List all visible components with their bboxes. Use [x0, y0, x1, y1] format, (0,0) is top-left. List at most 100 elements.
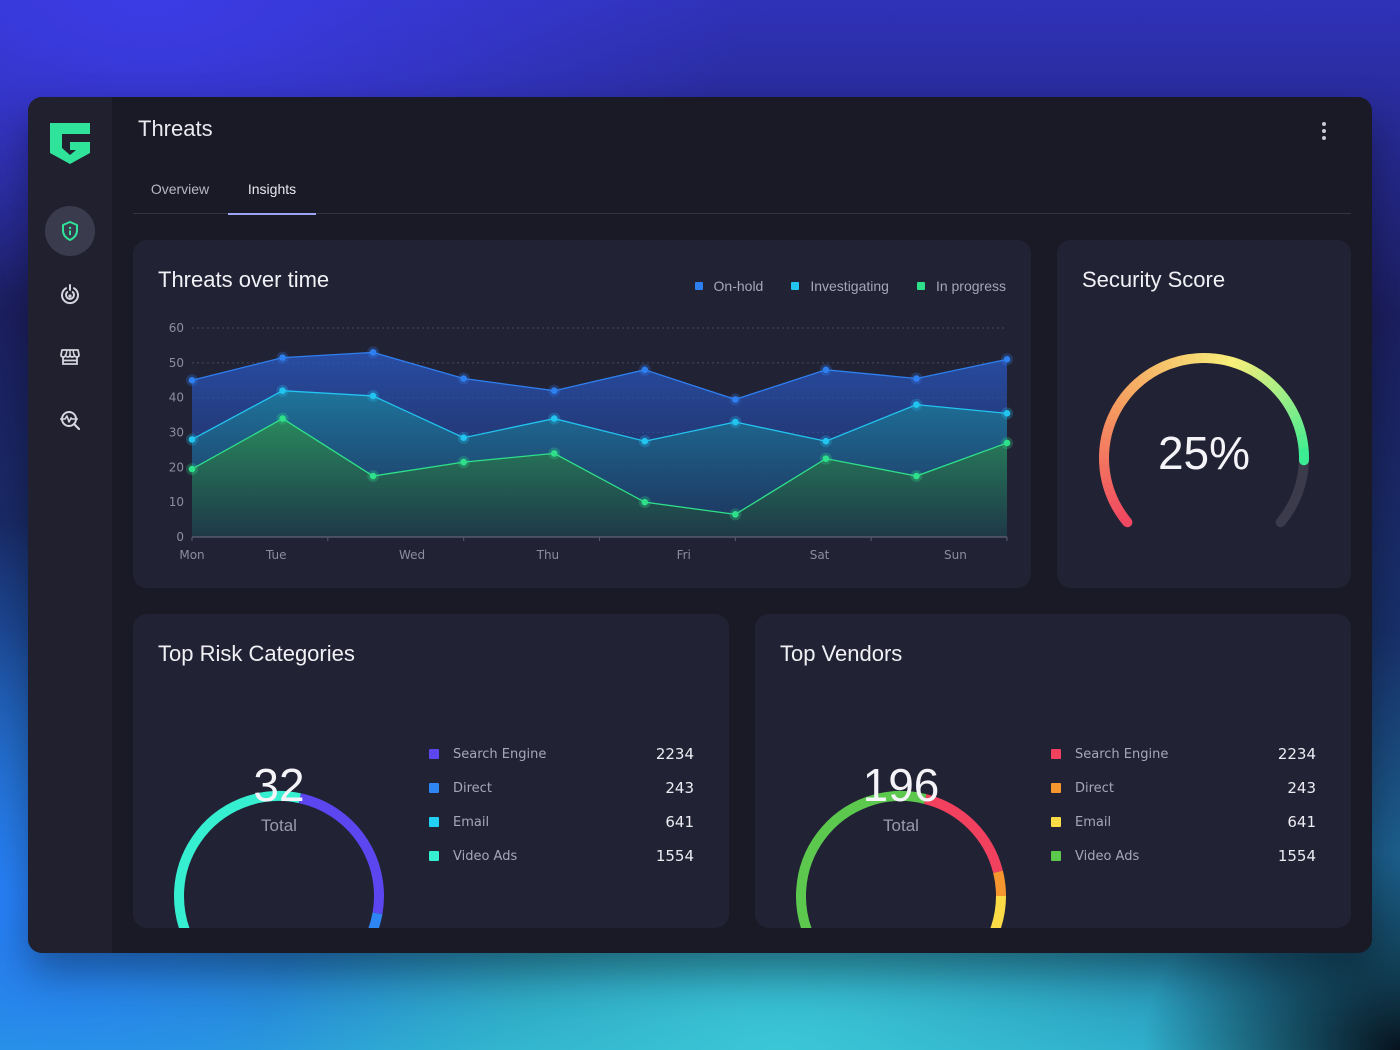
donut-segment-email — [990, 895, 1006, 928]
gauge-segment — [1238, 359, 1249, 372]
gauge-segment — [1273, 386, 1286, 398]
sidebar-item-monitoring[interactable] — [45, 395, 95, 445]
gauge-segment — [1254, 369, 1266, 382]
list-item[interactable]: Search Engine 2234 — [429, 737, 694, 771]
app-window: Threats Overview Insights Threats over t… — [28, 97, 1372, 953]
list-item[interactable]: Email 641 — [1051, 805, 1316, 839]
data-point — [1003, 439, 1011, 447]
gauge-segment — [1118, 511, 1133, 528]
gauge-segment — [1156, 361, 1168, 374]
gauge-segment — [1139, 370, 1151, 384]
tab-bar: Overview Insights — [133, 170, 1351, 215]
gauge-segment — [1144, 367, 1157, 380]
data-point — [641, 366, 649, 374]
data-point — [732, 511, 739, 518]
gauge-segment — [1208, 353, 1217, 364]
shield-info-icon — [62, 221, 78, 241]
data-point — [1003, 410, 1011, 417]
data-point — [279, 387, 286, 394]
gauge-segment — [1134, 374, 1147, 387]
y-tick-label: 0 — [176, 530, 184, 544]
sidebar-item-threats[interactable] — [45, 206, 95, 256]
category-value: 2234 — [1277, 745, 1316, 763]
data-point — [550, 415, 558, 422]
data-point — [641, 498, 649, 506]
gauge-segment — [1226, 355, 1236, 368]
threats-over-time-card: Threats over time On-hold Investigating … — [133, 240, 1031, 588]
legend-swatch — [1051, 851, 1061, 861]
category-value: 1554 — [1277, 847, 1316, 865]
legend-swatch — [429, 783, 439, 793]
y-tick-label: 60 — [169, 321, 184, 335]
y-tick-label: 20 — [169, 460, 184, 474]
target-alert-icon — [61, 284, 79, 305]
gauge-segment — [1264, 376, 1277, 390]
guard-g-logo-icon[interactable] — [48, 121, 92, 165]
tab-insights[interactable]: Insights — [228, 170, 316, 215]
gauge-segment — [1109, 405, 1122, 416]
gauge-segment — [1220, 354, 1230, 366]
data-point — [188, 465, 196, 473]
category-label: Direct — [453, 780, 492, 796]
list-item[interactable]: Video Ads 1554 — [1051, 839, 1316, 873]
category-value: 243 — [1287, 779, 1316, 797]
category-value: 243 — [665, 779, 694, 797]
legend-swatch — [429, 817, 439, 827]
gauge-segment — [1150, 364, 1162, 377]
gauge-segment — [1243, 362, 1255, 375]
data-point — [369, 349, 377, 356]
gauge-segment — [1188, 353, 1197, 365]
top-risk-categories-card: Top Risk Categories 32 Total Search Engi… — [133, 614, 729, 928]
gauge-segment — [1102, 480, 1114, 491]
main-content: Threats Overview Insights Threats over t… — [112, 97, 1372, 953]
list-item[interactable]: Search Engine 2234 — [1051, 737, 1316, 771]
list-item[interactable]: Email 641 — [429, 805, 694, 839]
category-label: Video Ads — [453, 848, 518, 864]
list-item[interactable]: Video Ads 1554 — [429, 839, 694, 873]
category-label: Direct — [1075, 780, 1114, 796]
security-score-gauge — [1099, 353, 1309, 528]
data-point — [279, 415, 286, 422]
donut-total-value: 196 — [862, 759, 940, 811]
legend-swatch — [1051, 817, 1061, 827]
gauge-segment — [1259, 372, 1272, 385]
risk-category-list: Search Engine 2234 Direct 243 Email 641 Video … — [429, 737, 694, 873]
list-item[interactable]: Direct 243 — [1051, 771, 1316, 805]
x-tick-label: Sun — [944, 548, 967, 562]
gauge-segment — [1232, 357, 1243, 370]
more-vertical-icon[interactable] — [1314, 119, 1334, 143]
sidebar-item-vendors[interactable] — [45, 332, 95, 382]
data-point — [460, 375, 467, 382]
search-activity-icon — [60, 411, 81, 431]
data-point — [279, 354, 286, 361]
x-tick-label: Wed — [399, 548, 425, 562]
gauge-segment — [1115, 508, 1128, 521]
gauge-segment — [1103, 486, 1116, 497]
gauge-segment — [1290, 413, 1303, 425]
data-point — [550, 450, 558, 457]
y-tick-label: 10 — [169, 495, 184, 509]
gauge-segment — [1280, 396, 1294, 408]
legend-swatch — [1051, 783, 1061, 793]
donut-total-label: Total — [261, 816, 297, 835]
data-point — [369, 472, 377, 480]
gauge-segment — [1175, 355, 1185, 367]
category-value: 641 — [665, 813, 694, 831]
threats-area-chart: 0 10 20 30 40 50 60 Mon Tue Wed Thu Fri Sat Sun — [169, 321, 1013, 562]
donut-center: 196 Total — [821, 762, 981, 836]
tab-overview[interactable]: Overview — [133, 170, 227, 214]
gauge-segment — [1214, 353, 1223, 365]
list-item[interactable]: Direct 243 — [429, 771, 694, 805]
sidebar-item-alerts[interactable] — [45, 269, 95, 319]
x-tick-label: Thu — [536, 548, 560, 562]
donut-segment-direct — [993, 870, 1006, 897]
y-tick-label: 40 — [169, 391, 184, 405]
gauge-segment — [1268, 381, 1281, 394]
gauge-segment — [1106, 492, 1119, 503]
data-point — [913, 375, 920, 382]
store-icon — [60, 349, 80, 365]
gauge-segment — [1111, 503, 1125, 515]
category-label: Email — [453, 814, 490, 830]
data-point — [822, 437, 830, 445]
gauge-segment — [1116, 393, 1129, 406]
